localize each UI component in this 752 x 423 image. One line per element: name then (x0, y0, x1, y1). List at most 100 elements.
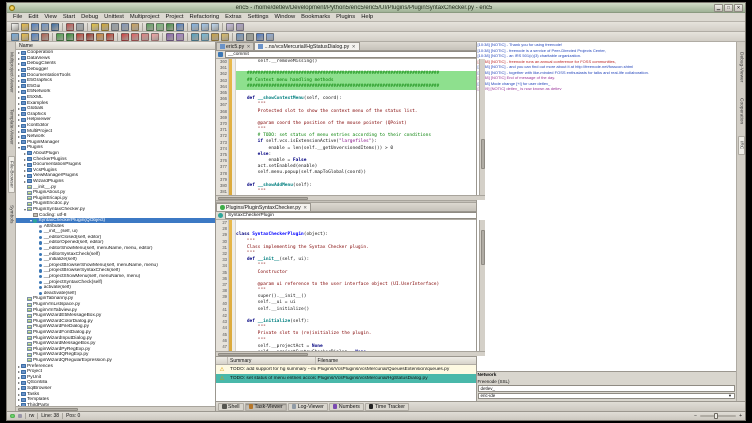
menu-file[interactable]: File (10, 14, 25, 20)
menu-multiproject[interactable]: Multiproject (127, 14, 163, 20)
tab-eric5-py[interactable]: eric5.py ✕ (216, 42, 254, 50)
menu-help[interactable]: Help (358, 14, 376, 20)
debug-project-icon[interactable] (86, 33, 94, 41)
menu-view[interactable]: View (41, 14, 59, 20)
cut-icon[interactable] (111, 23, 119, 31)
tab-shell[interactable]: Shell (218, 403, 244, 411)
column-priority[interactable] (216, 357, 228, 364)
tab-close-icon[interactable]: ✕ (247, 44, 251, 50)
menu-edit[interactable]: Edit (25, 14, 41, 20)
save-all-icon[interactable] (51, 23, 59, 31)
redo-icon[interactable] (101, 23, 109, 31)
run-project-icon[interactable] (66, 33, 74, 41)
stop-icon[interactable] (106, 33, 114, 41)
check-style-icon[interactable] (201, 33, 209, 41)
menu-debug[interactable]: Debug (78, 14, 101, 20)
breakpoint-clear-icon[interactable] (151, 33, 159, 41)
sidebar-tab-multiproject-viewer[interactable]: Multiproject-Viewer (9, 48, 14, 97)
whats-this-icon[interactable] (266, 33, 274, 41)
editor-bottom-vscrollbar[interactable] (479, 220, 485, 351)
debug-script-icon[interactable] (76, 33, 84, 41)
tab-pluginsyntaxchecker-py[interactable]: Plugins/PluginSyntaxChecker.py ✕ (216, 203, 311, 211)
menu-unittest[interactable]: Unittest (101, 14, 127, 20)
editor-bottom-code-area[interactable]: 2728293031323334353637383940414243444546… (216, 220, 485, 351)
zoom-reset-icon[interactable] (211, 23, 219, 31)
tab-close-icon[interactable]: ✕ (352, 44, 356, 50)
zoom-in-button[interactable]: + (739, 413, 742, 419)
tab-close-icon[interactable]: ✕ (303, 205, 307, 211)
search-icon[interactable] (146, 23, 154, 31)
open-project-icon[interactable] (21, 33, 29, 41)
sidebar-tab-cooperation[interactable]: Cooperation (739, 94, 744, 128)
code-metrics-icon[interactable] (221, 33, 229, 41)
tab-time-tracker[interactable]: Time Tracker (365, 403, 409, 411)
zoom-out-icon[interactable] (201, 23, 209, 31)
menu-refactoring[interactable]: Refactoring (187, 14, 223, 20)
restart-icon[interactable] (96, 33, 104, 41)
replace-icon[interactable] (166, 23, 174, 31)
save-icon[interactable] (31, 23, 39, 31)
zoom-out-button[interactable]: − (694, 413, 697, 419)
nick-input[interactable]: detlev_ (478, 385, 736, 392)
sidebar-tab-irc[interactable]: IRC (738, 136, 745, 154)
menu-plugins[interactable]: Plugins (333, 14, 358, 20)
zoom-in-icon[interactable] (191, 23, 199, 31)
check-syntax-icon[interactable] (191, 33, 199, 41)
unittest-restart-icon[interactable] (176, 33, 184, 41)
class-selector-combo[interactable]: SyntaxCheckerPlugin ▼ (225, 212, 483, 219)
tab-hgstatusdialog-py[interactable]: ...ns/vcsMercurial/HgStatusDialog.py ✕ (254, 42, 359, 50)
sidebar-tab-symbols[interactable]: Symbols (9, 201, 14, 227)
menu-project[interactable]: Project (162, 14, 186, 20)
channel-combo[interactable]: eric-ide ▼ (478, 393, 736, 400)
search-next-icon[interactable] (156, 23, 164, 31)
undo-icon[interactable] (91, 23, 99, 31)
task-row[interactable]: ⚠TODO: add support for hg summary --mqPl… (216, 365, 476, 374)
profile-icon[interactable] (211, 33, 219, 41)
help-icon[interactable] (256, 33, 264, 41)
documentation-icon[interactable] (236, 33, 244, 41)
new-project-icon[interactable] (11, 33, 19, 41)
menu-extras[interactable]: Extras (222, 14, 244, 20)
tab-log-viewer[interactable]: Log-Viewer (288, 403, 328, 411)
sidebar-tab-file-browser[interactable]: File-Browser (8, 156, 15, 193)
print-icon[interactable] (76, 23, 84, 31)
split-view-icon[interactable] (236, 23, 244, 31)
maximize-button[interactable]: □ (724, 4, 733, 12)
editor-top-hscrollbar[interactable] (216, 195, 485, 200)
close-icon[interactable] (66, 23, 74, 31)
paste-icon[interactable] (131, 23, 139, 31)
save-as-icon[interactable] (41, 23, 49, 31)
network-log[interactable]: [10:38] [NOTIC] - Thank you for using fr… (477, 42, 737, 371)
menu-settings[interactable]: Settings (245, 14, 272, 20)
menu-window[interactable]: Window (272, 14, 299, 20)
run-script-icon[interactable] (56, 33, 64, 41)
copy-icon[interactable] (121, 23, 129, 31)
zoom-slider[interactable] (700, 415, 736, 418)
close-button[interactable]: ✕ (734, 4, 743, 12)
tab-task-viewer[interactable]: Task-Viewer (245, 403, 287, 411)
unittest-icon[interactable] (166, 33, 174, 41)
editor-top-vscrollbar[interactable] (479, 59, 485, 195)
file-tree-hscrollbar[interactable] (16, 406, 215, 411)
editor-bottom-hscrollbar[interactable] (216, 351, 485, 356)
editor-top-code-area[interactable]: 3603613623633643653663673683693703713723… (216, 59, 485, 195)
menu-bookmarks[interactable]: Bookmarks (298, 14, 333, 20)
title-bar[interactable]: eric5 - /home/detlev/Development/Python5… (7, 3, 745, 13)
open-icon[interactable] (21, 23, 29, 31)
sidebar-tab-debug-viewer[interactable]: Debug-Viewer (739, 48, 744, 86)
new-icon[interactable] (11, 23, 19, 31)
column-summary[interactable]: Summary (228, 357, 316, 364)
method-selector-combo[interactable]: __commit ▼ (225, 51, 483, 58)
zoom-slider-thumb[interactable] (714, 413, 718, 419)
breakpoint-next-icon[interactable] (131, 33, 139, 41)
breakpoint-toggle-icon[interactable] (121, 33, 129, 41)
close-project-icon[interactable] (41, 33, 49, 41)
minimize-button[interactable]: ▁ (714, 4, 723, 12)
save-project-icon[interactable] (31, 33, 39, 41)
menu-start[interactable]: Start (60, 14, 78, 20)
new-window-icon[interactable] (226, 23, 234, 31)
tab-numbers[interactable]: Numbers (329, 403, 364, 411)
task-row[interactable]: ⚠TODO: set status of menu entries accord… (216, 374, 476, 383)
goto-line-icon[interactable] (176, 23, 184, 31)
preferences-icon[interactable] (246, 33, 254, 41)
